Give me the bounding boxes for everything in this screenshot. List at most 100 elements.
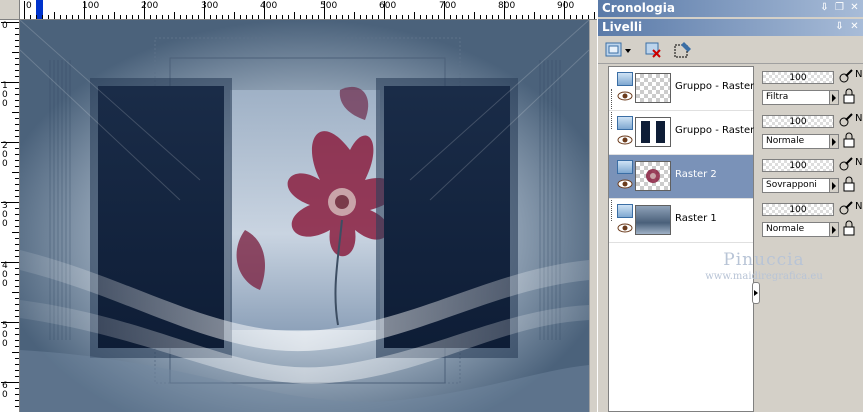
ruler-tick — [36, 15, 37, 19]
brush-link-icon[interactable] — [838, 156, 854, 172]
layer-row[interactable]: Raster 1 — [609, 199, 753, 243]
ruler-tick — [15, 34, 19, 35]
ruler-tick — [54, 12, 55, 19]
layer-row-selected[interactable]: Raster 2 — [609, 155, 753, 199]
eye-icon[interactable] — [617, 91, 633, 101]
ruler-tick — [15, 136, 19, 137]
opacity-slider[interactable]: 100 — [762, 115, 834, 128]
layer-properties-row: 100 N Normale — [760, 198, 863, 242]
pin-icon[interactable]: ⇩ — [819, 2, 830, 14]
ruler-tick — [96, 15, 97, 19]
mask-layer-button[interactable] — [672, 39, 694, 61]
ruler-h-label: 600 — [379, 1, 397, 11]
cronologia-panel-title[interactable]: Cronologia ⇩ ❐ ✕ — [598, 0, 863, 17]
ruler-h-label: 500 — [320, 1, 338, 11]
ruler-tick — [15, 220, 19, 221]
delete-layer-button[interactable] — [642, 39, 664, 61]
ruler-tick — [15, 64, 19, 65]
ruler-tick — [12, 232, 19, 233]
ruler-tick — [15, 70, 19, 71]
brush-link-icon[interactable] — [838, 200, 854, 216]
restore-icon[interactable]: ❐ — [834, 2, 845, 14]
ruler-tick — [276, 15, 277, 19]
ruler-tick — [516, 15, 517, 19]
vertical-ruler[interactable]: 0 1 0 0 2 0 0 3 0 0 4 0 0 5 0 0 6 0 — [0, 20, 20, 412]
splitter-arrow-icon — [754, 290, 758, 296]
close-icon[interactable]: ✕ — [849, 21, 860, 33]
ruler-tick — [228, 15, 229, 19]
pin-icon[interactable]: ⇩ — [834, 21, 845, 33]
livelli-title-text: Livelli — [602, 20, 643, 34]
ruler-tick — [540, 15, 541, 19]
blend-mode-arrow-button[interactable] — [830, 134, 839, 149]
blend-mode-arrow-button[interactable] — [830, 222, 839, 237]
ruler-tick — [15, 346, 19, 347]
ruler-tick — [216, 15, 217, 19]
ruler-tick — [42, 15, 43, 19]
ruler-tick — [15, 76, 19, 77]
lock-icon[interactable] — [842, 220, 856, 236]
vertical-scrollbar[interactable] — [589, 20, 597, 412]
eye-icon[interactable] — [617, 223, 633, 233]
opacity-slider[interactable]: 100 — [762, 203, 834, 216]
ruler-v-label: 0 — [2, 21, 8, 31]
ruler-tick — [168, 15, 169, 19]
right-panel: Cronologia ⇩ ❐ ✕ Livelli ⇩ ✕ Gruppo - Ra… — [597, 0, 863, 412]
ruler-tick — [15, 94, 19, 95]
ruler-tick — [138, 15, 139, 19]
ruler-tick — [282, 15, 283, 19]
ruler-tick — [15, 28, 19, 29]
ruler-tick — [528, 15, 529, 19]
ruler-tick — [234, 12, 235, 19]
ruler-tick — [15, 388, 19, 389]
ruler-tick — [12, 352, 19, 353]
ruler-h-label: 900 — [557, 1, 575, 11]
layer-row[interactable]: Gruppo - Raster 2 — [609, 111, 764, 155]
ruler-tick — [360, 15, 361, 19]
opacity-slider[interactable]: 100 — [762, 71, 834, 84]
horizontal-ruler[interactable]: 0 100 200 300 400 500 600 700 800 900 — [20, 0, 597, 20]
ruler-v-label: 4 0 0 — [2, 261, 8, 289]
lock-icon[interactable] — [842, 132, 856, 148]
ruler-tick — [15, 124, 19, 125]
new-layer-icon — [605, 42, 631, 57]
livelli-panel-title[interactable]: Livelli ⇩ ✕ — [598, 19, 863, 36]
brush-link-icon[interactable] — [838, 112, 854, 128]
image-canvas[interactable] — [20, 20, 589, 412]
blend-mode-arrow-button[interactable] — [830, 178, 839, 193]
ruler-tick — [294, 12, 295, 19]
ruler-tick — [270, 15, 271, 19]
ruler-tick — [15, 280, 19, 281]
blend-mode-arrow-button[interactable] — [830, 90, 839, 105]
ruler-tick — [1, 322, 19, 323]
close-icon[interactable]: ✕ — [849, 2, 860, 14]
blend-mode-select[interactable]: Normale — [762, 134, 830, 149]
eye-icon[interactable] — [617, 179, 633, 189]
ruler-tick — [15, 274, 19, 275]
lock-icon[interactable] — [842, 88, 856, 104]
ruler-tick — [1, 202, 19, 203]
ruler-tick — [366, 15, 367, 19]
cronologia-title-buttons: ⇩ ❐ ✕ — [819, 2, 860, 14]
layer-row[interactable]: Gruppo - Raster 2 — [609, 67, 764, 111]
ruler-tick — [15, 208, 19, 209]
ruler-tick — [522, 15, 523, 19]
lock-icon[interactable] — [842, 176, 856, 192]
layers-list[interactable]: Gruppo - Raster 2 Gruppo - Raster 2 Rast… — [608, 66, 764, 412]
ruler-tick — [15, 46, 19, 47]
splitter-handle[interactable] — [752, 282, 760, 304]
brush-link-icon[interactable] — [838, 68, 854, 84]
ruler-tick — [15, 40, 19, 41]
blend-mode-select[interactable]: Sovrapponi — [762, 178, 830, 193]
blend-mode-select[interactable]: Filtra — [762, 90, 830, 105]
ruler-tick — [414, 12, 415, 19]
opacity-slider[interactable]: 100 — [762, 159, 834, 172]
ruler-tick — [324, 1, 325, 19]
properties-n-label: N — [855, 157, 863, 168]
raster-layer-icon — [617, 204, 633, 218]
new-layer-dropdown-button[interactable] — [604, 39, 634, 61]
ruler-tick — [15, 358, 19, 359]
eye-icon[interactable] — [617, 135, 633, 145]
ruler-tick — [306, 15, 307, 19]
blend-mode-select[interactable]: Normale — [762, 222, 830, 237]
